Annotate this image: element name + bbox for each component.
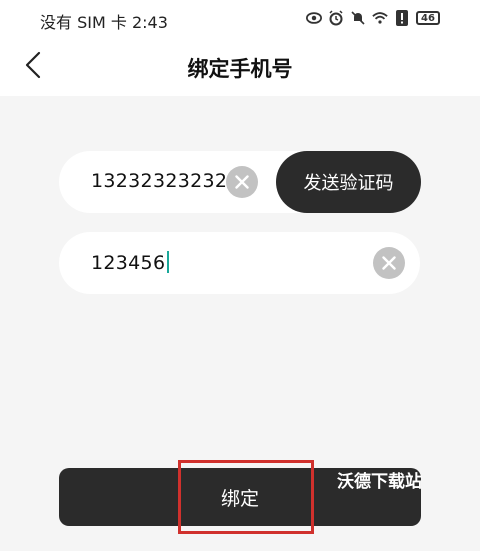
text-caret [167, 251, 170, 273]
status-icons: 46 [306, 10, 440, 26]
code-input[interactable]: 123456 [59, 232, 420, 294]
page-title: 绑定手机号 [187, 57, 293, 81]
code-value-wrap: 123456 [91, 251, 170, 274]
mute-icon [350, 10, 366, 26]
battery-indicator: 46 [416, 11, 440, 25]
alert-icon [394, 10, 410, 26]
status-bar: 没有 SIM 卡 2:43 46 [0, 0, 480, 38]
send-code-button[interactable]: 发送验证码 [276, 151, 421, 213]
highlight-box [178, 460, 314, 534]
status-text: 没有 SIM 卡 2:43 [40, 13, 168, 32]
clear-circle-icon[interactable] [226, 166, 258, 198]
page-header: 绑定手机号 [0, 38, 480, 96]
clear-circle-icon[interactable] [373, 247, 405, 279]
phone-value: 13232323232 [91, 170, 228, 192]
watermark: 沃德下载站 [337, 472, 422, 492]
code-value: 123456 [91, 252, 166, 274]
wifi-icon [372, 10, 388, 26]
alarm-icon [328, 10, 344, 26]
eye-icon [306, 10, 322, 26]
